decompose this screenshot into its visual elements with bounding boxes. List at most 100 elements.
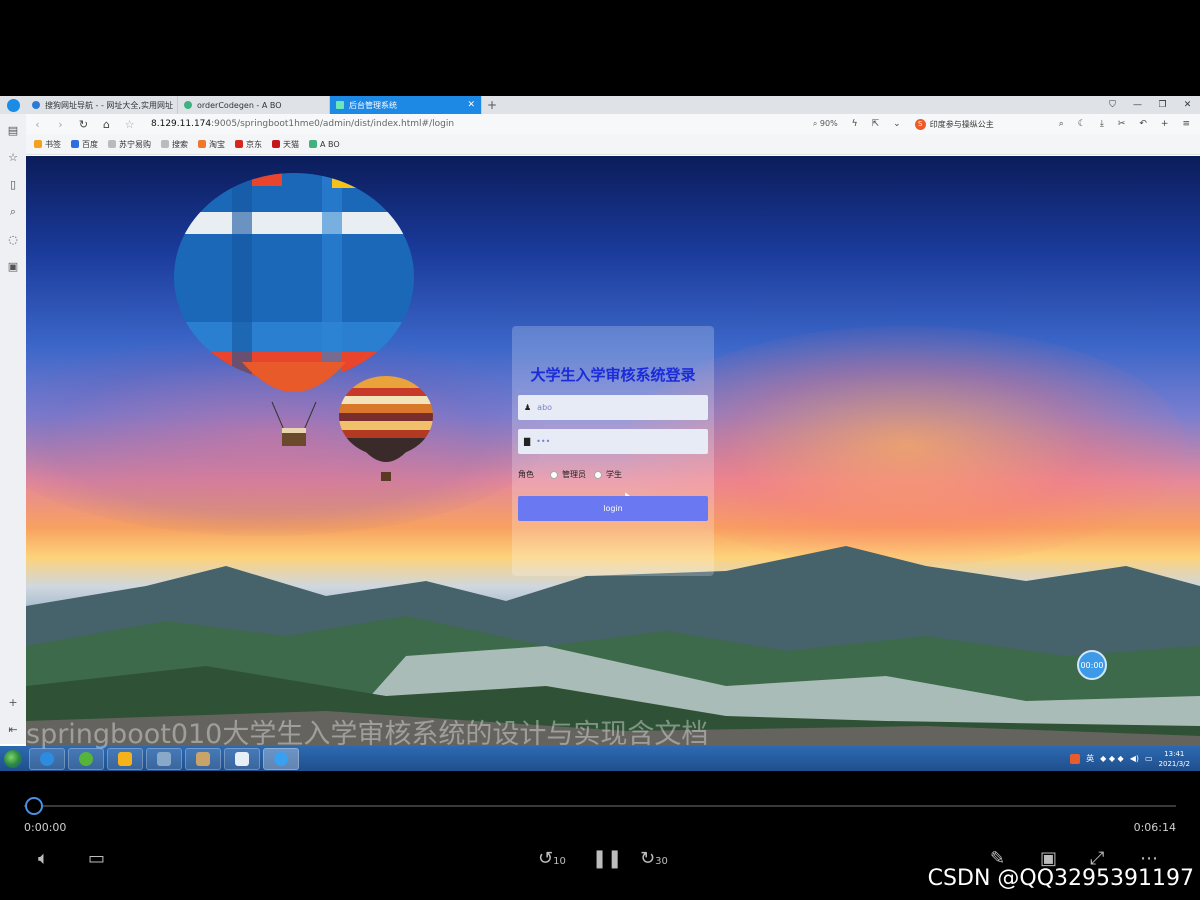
search-suggestion: 印度参与操纵公主 [929,119,994,129]
shirt-skin-icon[interactable]: ⛉ [1100,96,1125,114]
globe-icon [108,140,116,148]
bookmark-item[interactable]: A BO [309,140,340,149]
chat-icon[interactable]: ◌ [8,233,18,246]
translate-icon[interactable]: ▣ [8,260,18,273]
role-label: 角色 [518,470,534,479]
login-button[interactable]: login [518,496,708,521]
rewind-seconds: 10 [553,856,566,867]
browser-window: 搜狗网址导航 - - 网址大全,实用网址 orderCodegen - A BO… [0,96,1200,771]
forward-seconds: 30 [655,856,668,867]
system-clock[interactable]: 13:41 2021/3/2 [1159,749,1190,769]
role-radio-student[interactable]: 学生 [594,469,622,480]
start-button[interactable] [0,746,26,771]
volume-icon[interactable]: 🔈︎ [38,848,49,869]
rewind-button[interactable]: ↺10 [538,848,566,869]
windows-logo-icon [4,749,22,768]
hot-air-balloon-small [339,376,433,481]
flash-icon[interactable]: ϟ [852,119,858,129]
tab-order-codegen[interactable]: orderCodegen - A BO [178,96,330,114]
bookmark-star-icon[interactable]: ☆ [118,118,141,131]
total-time: 0:06:14 [1133,821,1176,834]
close-tab-icon[interactable]: ✕ [467,100,475,110]
reader-icon[interactable]: ▤ [8,124,18,137]
network-icon[interactable]: ▭ [1145,754,1153,763]
night-mode-icon[interactable]: ☾ [1078,119,1086,129]
bookmark-item[interactable]: 苏宁易购 [108,139,151,150]
subtitles-icon[interactable]: ▭ [88,848,105,869]
collapse-sidebar-icon[interactable]: ⇤ [8,723,17,736]
bookmark-item[interactable]: 书签 [34,139,61,150]
seek-bar[interactable] [24,805,1176,807]
download-icon[interactable]: ⤓ [1100,119,1104,129]
tab-admin-system[interactable]: 后台管理系统 ✕ [330,96,482,114]
login-card: 大学生入学审核系统登录 ♟ abo ▇ ••• 角色 管理员 学生 login [512,326,714,576]
forward-icon[interactable]: › [49,118,72,131]
clock-time: 13:41 [1164,749,1185,758]
browser-icon [274,751,288,766]
seek-knob[interactable] [25,797,43,815]
book-icon[interactable]: ▯ [10,178,16,191]
jd-icon [235,140,243,148]
password-field[interactable]: ▇ ••• [518,429,708,454]
sogou-favicon-icon [32,101,40,109]
bookmark-item[interactable]: 天猫 [272,139,299,150]
username-value: abo [537,403,553,412]
tab-label: 搜狗网址导航 - - 网址大全,实用网址 [45,100,173,110]
volume-icon[interactable]: ◀) [1130,754,1139,763]
chevron-down-icon[interactable]: ⌄ [893,119,901,129]
user-icon: ♟ [524,403,532,412]
plus-icon[interactable]: + [1161,119,1169,129]
back-icon[interactable]: ‹ [26,118,49,131]
login-page: 大学生入学审核系统登录 ♟ abo ▇ ••• 角色 管理员 学生 login … [26,156,1200,746]
close-window-button[interactable]: ✕ [1175,96,1200,114]
tray-apps-icon[interactable]: ◆ ◆ ◆ [1100,754,1124,763]
bookmark-item[interactable]: 淘宝 [198,139,225,150]
bookmark-item[interactable]: 百度 [71,139,98,150]
search-engine-box[interactable]: S 印度参与操纵公主 [914,118,1045,130]
vue-favicon-icon [184,101,192,109]
ime-icon[interactable] [1070,753,1081,764]
ie-icon [40,751,54,766]
favorites-star-icon[interactable]: ☆ [8,151,18,164]
menu-icon[interactable]: ≡ [1182,119,1190,129]
vue-favicon-icon [336,101,344,109]
timer-badge[interactable]: 00:00 [1077,650,1107,680]
vue-favicon-icon [309,140,317,148]
share-icon[interactable]: ⇱ [872,119,880,129]
new-tab-button[interactable]: + [482,96,502,114]
scissors-icon[interactable]: ✂ [1118,119,1126,129]
minimize-button[interactable]: — [1125,96,1150,114]
bookmarks-bar: 书签 百度 苏宁易购 搜索 淘宝 京东 天猫 A BO [26,134,1200,155]
forward-button[interactable]: ↻30 [640,848,668,869]
system-tray: 英 ◆ ◆ ◆ ◀) ▭ 13:41 2021/3/2 [1070,749,1200,769]
username-field[interactable]: ♟ abo [518,395,708,420]
pause-button[interactable]: ❚❚ [592,848,622,869]
csdn-credit: CSDN @QQ3295391197 [927,866,1194,891]
password-value: ••• [536,437,551,446]
add-icon[interactable]: + [8,696,17,709]
search-icon[interactable]: ⌕ [1059,119,1064,129]
clock-date: 2021/3/2 [1158,759,1190,768]
role-radio-admin[interactable]: 管理员 [550,469,586,480]
restore-button[interactable]: ❐ [1150,96,1175,114]
bookmark-item[interactable]: 京东 [235,139,262,150]
role-selector: 角色 管理员 学生 [518,469,630,480]
zoom-level[interactable]: ⌕ 90% [813,119,838,129]
browser-logo-icon[interactable] [0,96,26,114]
undo-icon[interactable]: ↶ [1139,119,1147,129]
word-icon [235,751,249,766]
url-field[interactable]: 8.129.11.174:9005/springboot1hme0/admin/… [151,119,454,129]
tab-sogou-nav[interactable]: 搜狗网址导航 - - 网址大全,实用网址 [26,96,178,114]
search-icon[interactable]: ⌕ [10,205,16,219]
browser-sidebar: ▤ ☆ ▯ ⌕ ◌ ▣ + ⇤ [0,114,26,744]
folder-icon [157,751,171,766]
bookmark-item[interactable]: 搜索 [161,139,188,150]
tab-bar: 搜狗网址导航 - - 网址大全,实用网址 orderCodegen - A BO… [0,96,1200,114]
login-title: 大学生入学审核系统登录 [530,366,696,384]
taobao-icon [198,140,206,148]
current-time: 0:00:00 [24,821,67,834]
ime-language[interactable]: 英 [1086,753,1094,764]
home-icon[interactable]: ⌂ [95,118,118,131]
refresh-icon[interactable]: ↻ [72,118,95,131]
browser-360-icon [79,751,93,766]
